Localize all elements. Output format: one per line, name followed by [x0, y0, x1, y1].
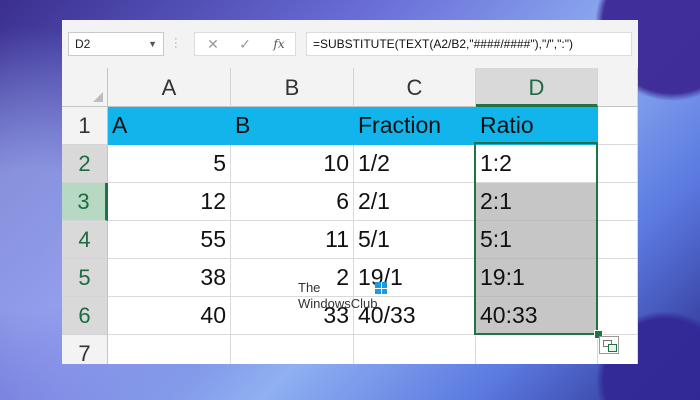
- cell-a7[interactable]: [108, 335, 231, 364]
- row-header-2[interactable]: 2: [62, 145, 108, 183]
- cell-b2[interactable]: 10: [231, 145, 354, 183]
- cell-d1[interactable]: Ratio: [476, 107, 598, 145]
- row-header-3[interactable]: 3: [62, 183, 108, 221]
- cell-a3[interactable]: 12: [108, 183, 231, 221]
- cell-c7[interactable]: [354, 335, 476, 364]
- column-header-b[interactable]: B: [231, 68, 354, 107]
- drag-handle-icon[interactable]: · · ·: [174, 34, 184, 53]
- row-header-7[interactable]: 7: [62, 335, 108, 364]
- column-header-a[interactable]: A: [108, 68, 231, 107]
- cell-d7[interactable]: [476, 335, 598, 364]
- name-box-value: D2: [75, 37, 91, 51]
- select-all-button[interactable]: [62, 68, 108, 107]
- cell-d3[interactable]: 2:1: [476, 183, 598, 221]
- cell-d4[interactable]: 5:1: [476, 221, 598, 259]
- cell-e6[interactable]: [598, 297, 638, 335]
- cell-c4[interactable]: 5/1: [354, 221, 476, 259]
- cell-b4[interactable]: 11: [231, 221, 354, 259]
- formula-buttons: ✕ ✓ fx: [194, 32, 296, 56]
- enter-icon[interactable]: ✓: [233, 35, 257, 53]
- excel-window: D2 ▼ · · · ✕ ✓ fx =SUBSTITUTE(TEXT(A2/B2,"…: [62, 20, 638, 364]
- cell-a1[interactable]: A: [108, 107, 231, 145]
- column-header-c[interactable]: C: [354, 68, 476, 107]
- cancel-icon[interactable]: ✕: [201, 35, 225, 53]
- row-header-5[interactable]: 5: [62, 259, 108, 297]
- chevron-down-icon[interactable]: ▼: [148, 33, 157, 55]
- cell-a4[interactable]: 55: [108, 221, 231, 259]
- cell-c2[interactable]: 1/2: [354, 145, 476, 183]
- cell-d6[interactable]: 40:33: [476, 297, 598, 335]
- cell-c1[interactable]: Fraction: [354, 107, 476, 145]
- row-header-4[interactable]: 4: [62, 221, 108, 259]
- cell-b7[interactable]: [231, 335, 354, 364]
- cell-e2[interactable]: [598, 145, 638, 183]
- cell-b1[interactable]: B: [231, 107, 354, 145]
- cell-e5[interactable]: [598, 259, 638, 297]
- cell-b3[interactable]: 6: [231, 183, 354, 221]
- watermark: The WindowsClub: [298, 278, 393, 314]
- row-header-1[interactable]: 1: [62, 107, 108, 145]
- row-header-6[interactable]: 6: [62, 297, 108, 335]
- column-header-e[interactable]: [598, 68, 638, 107]
- column-header-d[interactable]: D: [476, 68, 598, 107]
- windows-logo-icon: [375, 282, 387, 294]
- cell-c3[interactable]: 2/1: [354, 183, 476, 221]
- cell-d2[interactable]: 1:2: [476, 145, 598, 183]
- cell-a5[interactable]: 38: [108, 259, 231, 297]
- cell-e4[interactable]: [598, 221, 638, 259]
- quick-analysis-icon[interactable]: [599, 336, 619, 354]
- cell-e1[interactable]: [598, 107, 638, 145]
- name-box[interactable]: D2 ▼: [68, 32, 164, 56]
- watermark-line2: WindowsClub: [298, 296, 378, 311]
- spreadsheet-grid: A B C D 1 A B Fraction Ratio 2 5 10 1/2 1:2 3 12 6 2/1 2:1…: [62, 68, 638, 364]
- watermark-line1: The: [298, 280, 321, 295]
- formula-input[interactable]: =SUBSTITUTE(TEXT(A2/B2,"####/####"),"/",…: [306, 32, 632, 56]
- function-icon[interactable]: fx: [267, 35, 291, 53]
- formula-bar: D2 ▼ · · · ✕ ✓ fx =SUBSTITUTE(TEXT(A2/B2,"…: [62, 20, 638, 69]
- cell-e3[interactable]: [598, 183, 638, 221]
- cell-d5[interactable]: 19:1: [476, 259, 598, 297]
- cell-a2[interactable]: 5: [108, 145, 231, 183]
- cell-a6[interactable]: 40: [108, 297, 231, 335]
